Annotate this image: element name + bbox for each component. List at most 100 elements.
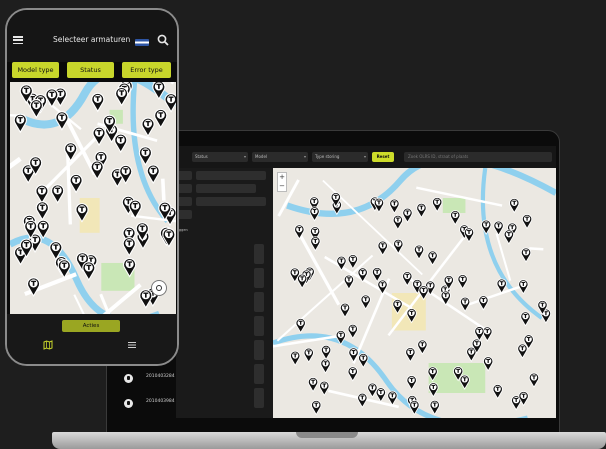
filter-status-button[interactable]: Status — [67, 62, 114, 78]
streetlight-marker[interactable] — [416, 202, 427, 219]
streetlight-marker[interactable] — [55, 111, 69, 131]
flag-icon[interactable] — [135, 39, 149, 46]
streetlight-marker[interactable] — [35, 201, 49, 221]
streetlight-marker[interactable] — [297, 273, 308, 289]
streetlight-marker[interactable] — [138, 146, 153, 166]
streetlight-marker[interactable] — [459, 296, 471, 312]
zoom-out-button[interactable]: − — [278, 182, 286, 191]
streetlight-marker[interactable] — [406, 375, 417, 391]
streetlight-marker[interactable] — [141, 117, 155, 138]
streetlight-marker[interactable] — [295, 318, 306, 334]
streetlight-marker[interactable] — [493, 220, 504, 236]
streetlight-marker[interactable] — [474, 326, 485, 342]
streetlight-marker[interactable] — [154, 108, 168, 129]
streetlight-marker[interactable] — [348, 347, 359, 363]
streetlight-marker[interactable] — [392, 214, 404, 231]
streetlight-marker[interactable] — [320, 344, 332, 361]
streetlight-marker[interactable] — [90, 160, 104, 181]
streetlight-marker[interactable] — [357, 267, 368, 283]
streetlight-marker[interactable] — [518, 279, 529, 295]
reset-button[interactable]: Reset — [372, 152, 394, 162]
streetlight-marker[interactable] — [417, 339, 428, 355]
streetlight-marker[interactable] — [509, 198, 520, 214]
hamburger-icon[interactable] — [13, 36, 23, 45]
desktop-map[interactable] — [273, 168, 556, 418]
streetlight-marker[interactable] — [82, 261, 96, 281]
streetlight-marker[interactable] — [69, 173, 83, 194]
map-icon[interactable] — [43, 340, 53, 350]
status-select[interactable]: Status ▾ — [192, 152, 248, 162]
streetlight-marker[interactable] — [457, 274, 468, 290]
streetlight-marker[interactable] — [51, 184, 65, 204]
streetlight-marker[interactable] — [393, 238, 404, 255]
phone-map[interactable] — [10, 82, 176, 314]
streetlight-marker[interactable] — [478, 295, 489, 311]
streetlight-marker[interactable] — [427, 250, 438, 266]
streetlight-marker[interactable] — [347, 254, 359, 270]
streetlight-marker[interactable] — [320, 358, 331, 374]
streetlight-marker[interactable] — [29, 99, 43, 119]
streetlight-marker[interactable] — [347, 323, 358, 340]
model-select[interactable]: Model ▾ — [252, 152, 308, 162]
sidebar-chip[interactable] — [196, 184, 256, 193]
streetlight-marker[interactable] — [311, 400, 322, 416]
streetlight-marker[interactable] — [307, 377, 319, 393]
streetlight-marker[interactable] — [481, 219, 492, 235]
streetlight-marker[interactable] — [290, 350, 301, 367]
streetlight-marker[interactable] — [91, 92, 105, 113]
streetlight-marker[interactable] — [115, 86, 129, 107]
streetlight-marker[interactable] — [45, 88, 59, 108]
streetlight-marker[interactable] — [310, 236, 321, 252]
streetlight-marker[interactable] — [139, 289, 153, 309]
streetlight-marker[interactable] — [428, 382, 439, 398]
streetlight-marker[interactable] — [35, 184, 49, 205]
streetlight-marker[interactable] — [358, 352, 369, 369]
zoom-in-button[interactable]: + — [278, 173, 286, 182]
streetlight-marker[interactable] — [528, 372, 540, 388]
locate-icon[interactable] — [151, 280, 167, 296]
search-icon[interactable] — [157, 34, 169, 46]
streetlight-marker[interactable] — [367, 382, 378, 398]
streetlight-marker[interactable] — [389, 198, 400, 214]
streetlight-marker[interactable] — [128, 199, 142, 220]
streetlight-marker[interactable] — [114, 133, 128, 154]
streetlight-marker[interactable] — [429, 399, 440, 416]
filter-error-type-button[interactable]: Error type — [122, 62, 171, 78]
streetlight-marker[interactable] — [146, 164, 160, 185]
streetlight-marker[interactable] — [413, 244, 425, 260]
streetlight-marker[interactable] — [347, 366, 358, 382]
list-item[interactable]: 2010403284 — [124, 372, 244, 386]
streetlight-marker[interactable] — [360, 294, 371, 310]
streetlight-marker[interactable] — [450, 210, 461, 226]
streetlight-marker[interactable] — [482, 326, 493, 342]
streetlight-marker[interactable] — [162, 228, 176, 248]
streetlight-marker[interactable] — [303, 347, 314, 363]
streetlight-marker[interactable] — [122, 237, 136, 257]
streetlight-marker[interactable] — [92, 126, 106, 147]
streetlight-marker[interactable] — [319, 380, 330, 397]
streetlight-marker[interactable] — [440, 290, 451, 306]
streetlight-marker[interactable] — [375, 387, 386, 403]
sidebar-chip[interactable] — [196, 171, 266, 180]
streetlight-marker[interactable] — [402, 271, 413, 287]
actions-button[interactable]: Acties — [62, 320, 120, 332]
streetlight-marker[interactable] — [492, 384, 503, 400]
streetlight-marker[interactable] — [520, 311, 531, 327]
streetlight-marker[interactable] — [164, 93, 176, 113]
filter-model-type-button[interactable]: Model type — [12, 62, 59, 78]
streetlight-marker[interactable] — [339, 302, 351, 319]
search-input[interactable]: Zoek OLRS ID, straat of plaats — [404, 152, 552, 162]
sidebar-chip[interactable] — [196, 197, 266, 206]
streetlight-marker[interactable] — [521, 214, 533, 230]
streetlight-marker[interactable] — [463, 227, 475, 243]
streetlight-marker[interactable] — [520, 247, 532, 263]
streetlight-marker[interactable] — [357, 392, 368, 409]
streetlight-marker[interactable] — [343, 274, 355, 290]
streetlight-marker[interactable] — [517, 343, 528, 359]
streetlight-marker[interactable] — [387, 390, 398, 406]
list-item[interactable]: 2010403984 — [124, 397, 244, 411]
streetlight-marker[interactable] — [503, 229, 514, 245]
streetlight-marker[interactable] — [405, 347, 416, 363]
streetlight-marker[interactable] — [309, 206, 320, 222]
streetlight-marker[interactable] — [402, 207, 413, 224]
